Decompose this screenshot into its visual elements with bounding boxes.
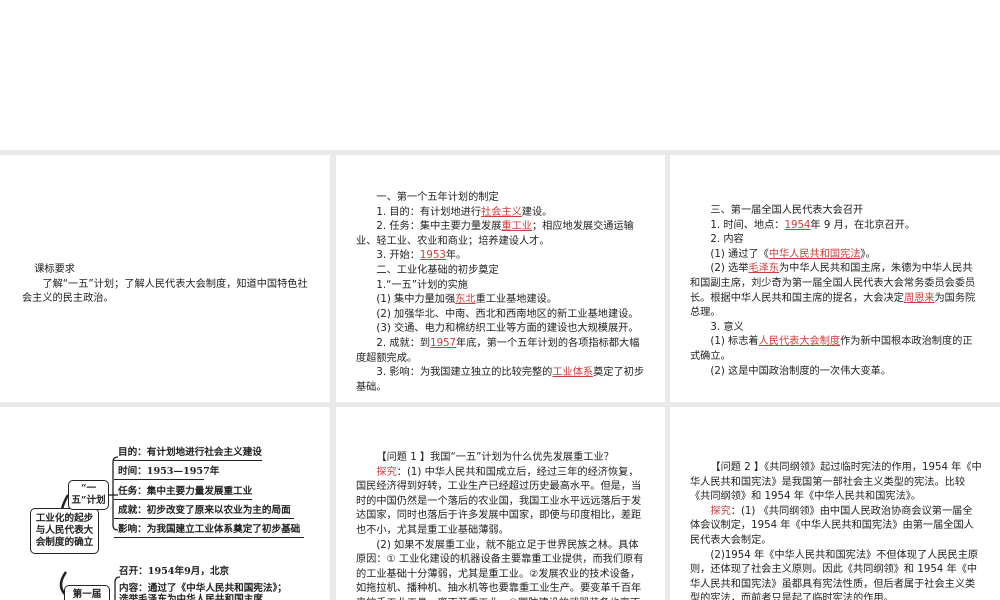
plan-item: 影响：为我国建立工业体系奠定了初步基础 [114,521,304,538]
heading-3: 三、第一届全国人民代表大会召开 [710,205,864,216]
slide-npc[interactable]: 三、第一届全国人民代表大会召开 1. 时间、地点：1954年 9 月，在北京召开… [670,155,1000,402]
text-line: (3) 交通、电力和棉纺织工业等方面的建设也大规模展开。 [376,323,639,335]
text-line: 3. 开始：1953年。 [376,250,467,262]
answer-paragraph: (2) 如果不发展重工业，就不能立足于世界民族之林。具体原因：① 工业化建设的机… [356,539,644,600]
slide-course-requirements[interactable]: 课标要求 了解“一五”计划；了解人民代表大会制度，知道中国特色社会主义的民主政治… [0,155,330,402]
mind-map-node-plan: “一五”计划 [68,480,109,510]
text-line: (2) 这是中国政治制度的一次伟大变革。 [710,365,892,377]
requirement-text: 了解“一五”计划；了解人民代表大会制度，知道中国特色社会主义的民主政治。 [22,278,308,305]
fill-blank: 工业体系 [552,367,594,379]
plan-item: 任务：集中主要力量发展重工业 [114,483,252,500]
text-line: 2. 内容 [710,234,744,246]
explore-label: 探究 [376,466,397,478]
plan-item: 目的：有计划地进行社会主义建设 [114,444,262,461]
text-line: 1. 时间、地点：1954年 9 月，在北京召开。 [710,219,916,231]
text-line: 2. 任务：集中主要力量发展重工业；相应地发展交通运输业、轻工业、农业和商业；培… [356,221,634,247]
fill-blank: 毛泽东 [748,263,779,275]
text-line: 2. 成就：到1957年底，第一个五年计划的各项指标都大幅度超额完成。 [356,337,640,364]
fill-blank: 重工业 [501,221,532,233]
text-line: 3. 意义 [710,321,744,333]
question-label: 【问题 2 】 [710,462,765,473]
answer-paragraph: (2)1954 年《中华人民共和国宪法》不但体现了人民民主原则，还体现了社会主义… [690,549,979,600]
answer-paragraph: 探究：(1) 《共同纲领》由中国人民政治协商会议第一届全体会议制定，1954 年… [690,505,974,546]
text-line: (1) 集中力量加强东北重工业基地建设。 [376,294,558,306]
fill-blank: 1953 [419,250,446,262]
slide-mind-map[interactable]: 工业化的起步与人民代表大会制度的确立 “一五”计划 目的：有计划地进行社会主义建… [0,407,330,600]
heading-2: 二、工业化基础的初步奠定 [376,264,499,276]
plan-item: 时间：1953—1957年 [114,463,219,480]
text-line: (2) 选举毛泽东为中华人民共和国主席，朱德为中华人民共和国副主席，刘少奇为第一… [690,263,976,319]
question-label: 【问题 1 】 [376,452,431,463]
slide-five-year-plan[interactable]: 一、第一个五年计划的制定 1. 目的：有计划地进行社会主义建设。 2. 任务：集… [336,155,665,402]
fill-blank: 1957 [430,337,457,349]
plan-item: 成就：初步改变了原来以农业为主的局面 [114,502,294,519]
npc-item: 召开：1954年9月，北京 [119,566,230,577]
text-line: (2) 加强华北、中南、西北和西南地区的新工业基地建设。 [376,308,639,320]
slide-question-1[interactable]: 【问题 1 】我国“一五”计划为什么优先发展重工业？ 探究：(1) 中华人民共和… [336,407,665,600]
mind-map-node-npc: 第一届 [64,585,110,600]
fill-blank: 人民代表大会制度 [758,336,841,348]
heading-1: 一、第一个五年计划的制定 [376,192,499,203]
answer-paragraph: 探究：(1) 中华人民共和国成立后，经过三年的经济恢复，国民经济得到好转，工业生… [356,466,642,536]
question-line: 【问题 2 】《共同纲领》起过临时宪法的作用，1954 年《中华人民共和国宪法》… [690,461,982,505]
fill-blank: 周恩来 [903,292,935,304]
question-text: 我国“一五”计划为什么优先发展重工业？ [430,452,614,463]
text-line: 1.“一五”计划的实施 [376,279,468,291]
fill-blank: 东北 [455,294,476,306]
text-line: (1) 标志着人民代表大会制度作为新中国根本政治制度的正式确立。 [690,336,973,362]
fill-blank: 社会主义 [481,206,522,218]
mind-map-root: 工业化的起步与人民代表大会制度的确立 [30,508,99,554]
text-line: (1) 通过了《中华人民共和国宪法》。 [710,248,876,260]
fill-blank: 1954 [784,219,811,231]
explore-label: 探究 [710,505,731,517]
question-line: 【问题 1 】我国“一五”计划为什么优先发展重工业？ [356,451,648,466]
fill-blank: 中华人民共和国宪法 [768,248,861,260]
text-line: 3. 影响：为我国建立独立的比较完整的工业体系奠定了初步基础。 [356,367,645,393]
text-line: 1. 目的：有计划地进行社会主义建设。 [376,206,553,218]
slide-question-2[interactable]: 【问题 2 】《共同纲领》起过临时宪法的作用，1954 年《中华人民共和国宪法》… [670,407,1000,600]
npc-item: 选举毛泽东为中华人民共和国主席 [119,594,263,600]
section-heading: 课标要求 [34,264,75,275]
